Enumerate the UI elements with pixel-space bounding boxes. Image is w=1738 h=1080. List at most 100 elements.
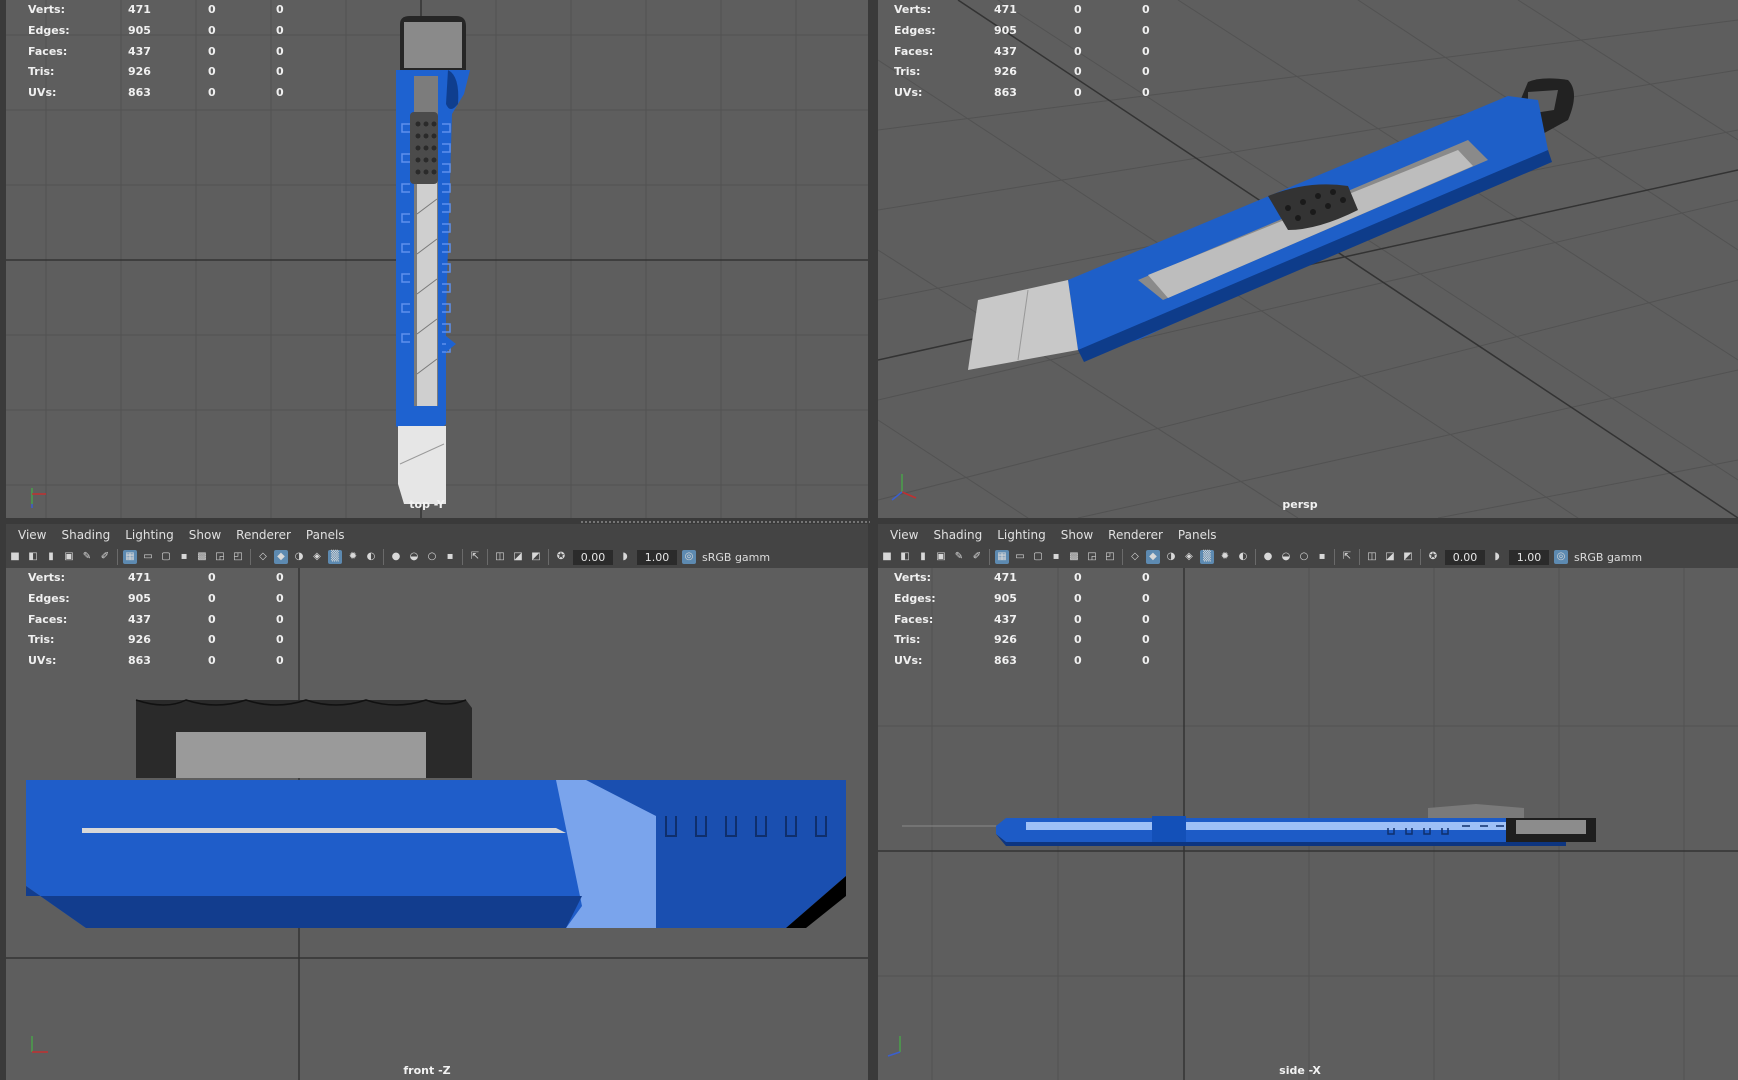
menu-panels[interactable]: Panels [306, 528, 345, 542]
grease-pencil-icon[interactable]: ✐ [98, 550, 112, 564]
viewport-side[interactable]: Verts: 471 0 0 Edges: 905 0 0 Faces: 437 0 0 Tris… [878, 568, 1738, 1080]
menu-lighting[interactable]: Lighting [125, 528, 174, 542]
camera-select-icon[interactable]: ■ [880, 550, 894, 564]
resolution-gate-icon[interactable]: ▢ [1031, 550, 1045, 564]
menu-show[interactable]: Show [1061, 528, 1093, 542]
safe-title-icon[interactable]: ◰ [1103, 550, 1117, 564]
smooth-shade-icon[interactable]: ◆ [1146, 550, 1160, 564]
hud-value: 863 [128, 654, 151, 668]
hud-label: UVs: [28, 654, 57, 668]
shadows-icon[interactable]: ◐ [1236, 550, 1250, 564]
bookmark-icon[interactable]: ▮ [44, 550, 58, 564]
screen-space-ao-icon[interactable]: ● [389, 550, 403, 564]
motion-blur-icon[interactable]: ◒ [1279, 550, 1293, 564]
film-gate-icon[interactable]: ▭ [1013, 550, 1027, 564]
viewport-front[interactable]: Verts: 471 0 0 Edges: 905 0 0 Faces: 437 0 0 Tris… [6, 568, 868, 1080]
menu-view[interactable]: View [890, 528, 918, 542]
hud-value: 0 [1074, 571, 1082, 584]
hud-value: 0 [1074, 633, 1082, 647]
field-chart-icon[interactable]: ▩ [195, 550, 209, 564]
gamma-icon[interactable]: ◗ [618, 550, 632, 564]
gamma-icon[interactable]: ◗ [1490, 550, 1504, 564]
hud-value: 0 [1142, 633, 1150, 647]
camera-attributes-icon[interactable]: ◧ [26, 550, 40, 564]
texture-icon[interactable]: ▒ [328, 550, 342, 564]
depth-of-field-icon[interactable]: ▪ [1315, 550, 1329, 564]
exposure-field[interactable]: 0.00 [573, 549, 613, 565]
film-gate-icon[interactable]: ▭ [141, 550, 155, 564]
wireframe-on-shaded-icon[interactable]: ◈ [310, 550, 324, 564]
smooth-shade-icon[interactable]: ◆ [274, 550, 288, 564]
hud-value: 0 [208, 591, 216, 605]
gate-mask-icon[interactable]: ▪ [177, 550, 191, 564]
hud-value: 0 [1142, 65, 1150, 79]
xray-icon[interactable]: ◫ [493, 550, 507, 564]
menu-lighting[interactable]: Lighting [997, 528, 1046, 542]
image-plane-icon[interactable]: ▣ [62, 550, 76, 564]
xray-components-icon[interactable]: ◩ [529, 550, 543, 564]
resolution-gate-icon[interactable]: ▢ [159, 550, 173, 564]
hud-value: 0 [1074, 23, 1082, 37]
menu-renderer[interactable]: Renderer [1108, 528, 1163, 542]
light-icon[interactable]: ✹ [1218, 550, 1232, 564]
depth-of-field-icon[interactable]: ▪ [443, 550, 457, 564]
menu-show[interactable]: Show [189, 528, 221, 542]
safe-action-icon[interactable]: ◲ [213, 550, 227, 564]
viewport-persp[interactable]: Verts: 471 0 0 Edges: 905 0 0 Faces: 437 0 0 Tris… [878, 0, 1738, 518]
colorspace-icon[interactable]: ◎ [1554, 550, 1568, 564]
exposure-field[interactable]: 0.00 [1445, 549, 1485, 565]
hud-stats-front: Verts: 471 0 0 Edges: 905 0 0 Faces: 437 0 0 Tris… [28, 568, 308, 672]
xray-joints-icon[interactable]: ◪ [511, 550, 525, 564]
bookmark-icon[interactable]: ▮ [916, 550, 930, 564]
exposure-icon[interactable]: ✪ [554, 550, 568, 564]
camera-select-icon[interactable]: ■ [8, 550, 22, 564]
image-plane-icon[interactable]: ▣ [934, 550, 948, 564]
default-material-icon[interactable]: ◑ [292, 550, 306, 564]
isolate-icon[interactable]: ⇱ [1340, 550, 1354, 564]
antialias-icon[interactable]: ○ [425, 550, 439, 564]
xray-joints-icon[interactable]: ◪ [1383, 550, 1397, 564]
toolbar-separator [250, 549, 251, 565]
xray-components-icon[interactable]: ◩ [1401, 550, 1415, 564]
menu-shading[interactable]: Shading [61, 528, 110, 542]
wireframe-icon[interactable]: ◇ [256, 550, 270, 564]
hud-value: 437 [994, 44, 1017, 58]
safe-title-icon[interactable]: ◰ [231, 550, 245, 564]
hud-stats-persp: Verts: 471 0 0 Edges: 905 0 0 Faces: 437 0 0 Tris… [894, 0, 1174, 104]
2d-pan-icon[interactable]: ✎ [80, 550, 94, 564]
grid-icon[interactable]: ▦ [123, 550, 137, 564]
texture-icon[interactable]: ▒ [1200, 550, 1214, 564]
colorspace-icon[interactable]: ◎ [682, 550, 696, 564]
hud-value: 0 [1142, 86, 1150, 100]
isolate-icon[interactable]: ⇱ [468, 550, 482, 564]
motion-blur-icon[interactable]: ◒ [407, 550, 421, 564]
hud-row-faces: Faces: 437 0 0 [894, 610, 1174, 631]
camera-attributes-icon[interactable]: ◧ [898, 550, 912, 564]
grid-icon[interactable]: ▦ [995, 550, 1009, 564]
hud-value: 0 [1142, 612, 1150, 626]
colorspace-dropdown[interactable]: sRGB gamm [698, 549, 774, 565]
xray-icon[interactable]: ◫ [1365, 550, 1379, 564]
gate-mask-icon[interactable]: ▪ [1049, 550, 1063, 564]
grease-pencil-icon[interactable]: ✐ [970, 550, 984, 564]
gamma-field[interactable]: 1.00 [637, 549, 677, 565]
wireframe-icon[interactable]: ◇ [1128, 550, 1142, 564]
menu-shading[interactable]: Shading [933, 528, 982, 542]
2d-pan-icon[interactable]: ✎ [952, 550, 966, 564]
safe-action-icon[interactable]: ◲ [1085, 550, 1099, 564]
field-chart-icon[interactable]: ▩ [1067, 550, 1081, 564]
exposure-icon[interactable]: ✪ [1426, 550, 1440, 564]
default-material-icon[interactable]: ◑ [1164, 550, 1178, 564]
colorspace-dropdown[interactable]: sRGB gamm [1570, 549, 1646, 565]
antialias-icon[interactable]: ○ [1297, 550, 1311, 564]
shadows-icon[interactable]: ◐ [364, 550, 378, 564]
gamma-field[interactable]: 1.00 [1509, 549, 1549, 565]
menu-panels[interactable]: Panels [1178, 528, 1217, 542]
screen-space-ao-icon[interactable]: ● [1261, 550, 1275, 564]
menu-view[interactable]: View [18, 528, 46, 542]
hud-label: Edges: [28, 591, 70, 605]
viewport-top[interactable]: Verts: 471 0 0 Edges: 905 0 0 Faces: 437 0 0 Tris… [6, 0, 868, 518]
light-icon[interactable]: ✹ [346, 550, 360, 564]
menu-renderer[interactable]: Renderer [236, 528, 291, 542]
wireframe-on-shaded-icon[interactable]: ◈ [1182, 550, 1196, 564]
